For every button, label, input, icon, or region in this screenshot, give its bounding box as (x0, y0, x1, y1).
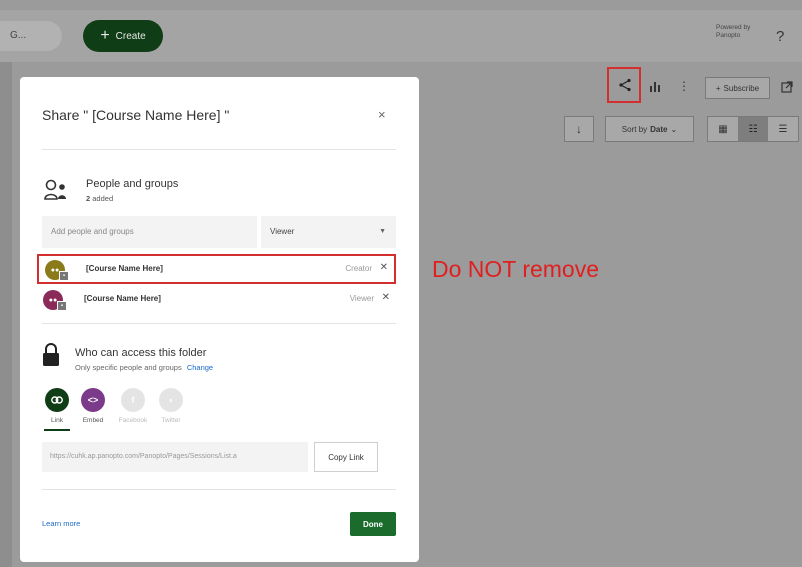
selected-tab-indicator (44, 429, 70, 431)
member-row: ●● ▪ [Course Name Here] Creator ✕ (37, 254, 396, 284)
search-input[interactable]: G... (0, 21, 62, 51)
people-groups-title: People and groups (86, 178, 179, 190)
sort-by-dropdown[interactable]: Sort by Date ⌄ (605, 116, 694, 142)
twitter-icon: ◗ (159, 388, 183, 412)
divider (42, 149, 396, 150)
share-link-field[interactable]: https://cuhk.ap.panopto.com/Panopto/Page… (42, 442, 308, 472)
chevron-down-icon: ⌄ (670, 124, 678, 134)
done-button[interactable]: Done (350, 512, 396, 536)
share-option-link[interactable]: Link (37, 388, 77, 424)
member-role: Viewer (349, 294, 374, 303)
grid-view-icon[interactable]: ▦ (708, 117, 738, 141)
role-select[interactable]: Viewer ▼ (261, 216, 396, 248)
member-row: ●● ▪ [Course Name Here] Viewer ✕ (37, 286, 396, 316)
close-icon[interactable]: × (378, 107, 386, 122)
remove-member-icon[interactable]: ✕ (380, 262, 388, 273)
plus-icon: + (100, 27, 110, 44)
subscribe-button[interactable]: + Subscribe (705, 77, 770, 99)
people-count: 2 added (86, 194, 114, 203)
divider (42, 323, 396, 324)
member-role: Creator (345, 264, 372, 273)
detail-view-icon[interactable]: ☷ (738, 117, 768, 141)
list-view-icon[interactable]: ☰ (768, 117, 798, 141)
share-option-embed[interactable]: <> Embed (73, 388, 113, 424)
access-title: Who can access this folder (75, 347, 207, 359)
share-icon[interactable] (614, 74, 636, 96)
share-option-twitter[interactable]: ◗ Twitter (151, 388, 191, 424)
group-badge-icon: ▪ (57, 301, 67, 311)
view-mode-toggle: ▦ ☷ ☰ (707, 116, 799, 142)
divider (42, 489, 396, 490)
group-badge-icon: ▪ (59, 271, 69, 281)
learn-more-link[interactable]: Learn more (42, 519, 80, 528)
link-icon (45, 388, 69, 412)
annotation-text: Do NOT remove (432, 256, 600, 282)
copy-link-button[interactable]: Copy Link (314, 442, 378, 472)
plus-icon: + (715, 83, 721, 93)
remove-member-icon[interactable]: ✕ (382, 292, 390, 303)
sort-direction-button[interactable]: ↓ (564, 116, 594, 142)
arrow-down-icon: ↓ (576, 122, 582, 136)
powered-by-panopto[interactable]: Powered by Panopto (716, 24, 750, 40)
share-option-facebook[interactable]: f Facebook (113, 388, 153, 424)
sidebar-edge (0, 62, 12, 567)
top-bar: G... + Create Powered by Panopto ? (0, 10, 802, 62)
more-options-icon[interactable]: ⋮ (678, 77, 690, 95)
caret-down-icon: ▼ (379, 228, 386, 235)
share-dialog: Share " [Course Name Here] " × People an… (20, 77, 419, 562)
access-subtitle: Only specific people and groups Change (75, 363, 214, 372)
create-button[interactable]: + Create (83, 20, 163, 52)
help-icon[interactable]: ? (776, 28, 784, 45)
stats-icon[interactable] (647, 77, 663, 95)
embed-icon: <> (81, 388, 105, 412)
member-name: [Course Name Here] (86, 264, 163, 273)
lock-icon (43, 343, 59, 366)
people-icon (44, 179, 66, 200)
member-name: [Course Name Here] (84, 294, 161, 303)
add-people-input[interactable]: Add people and groups (42, 216, 257, 248)
dialog-title: Share " [Course Name Here] " (42, 107, 230, 123)
change-access-link[interactable]: Change (187, 363, 213, 372)
create-button-label: Create (115, 30, 146, 42)
facebook-icon: f (121, 388, 145, 412)
open-new-window-icon[interactable] (778, 78, 796, 96)
